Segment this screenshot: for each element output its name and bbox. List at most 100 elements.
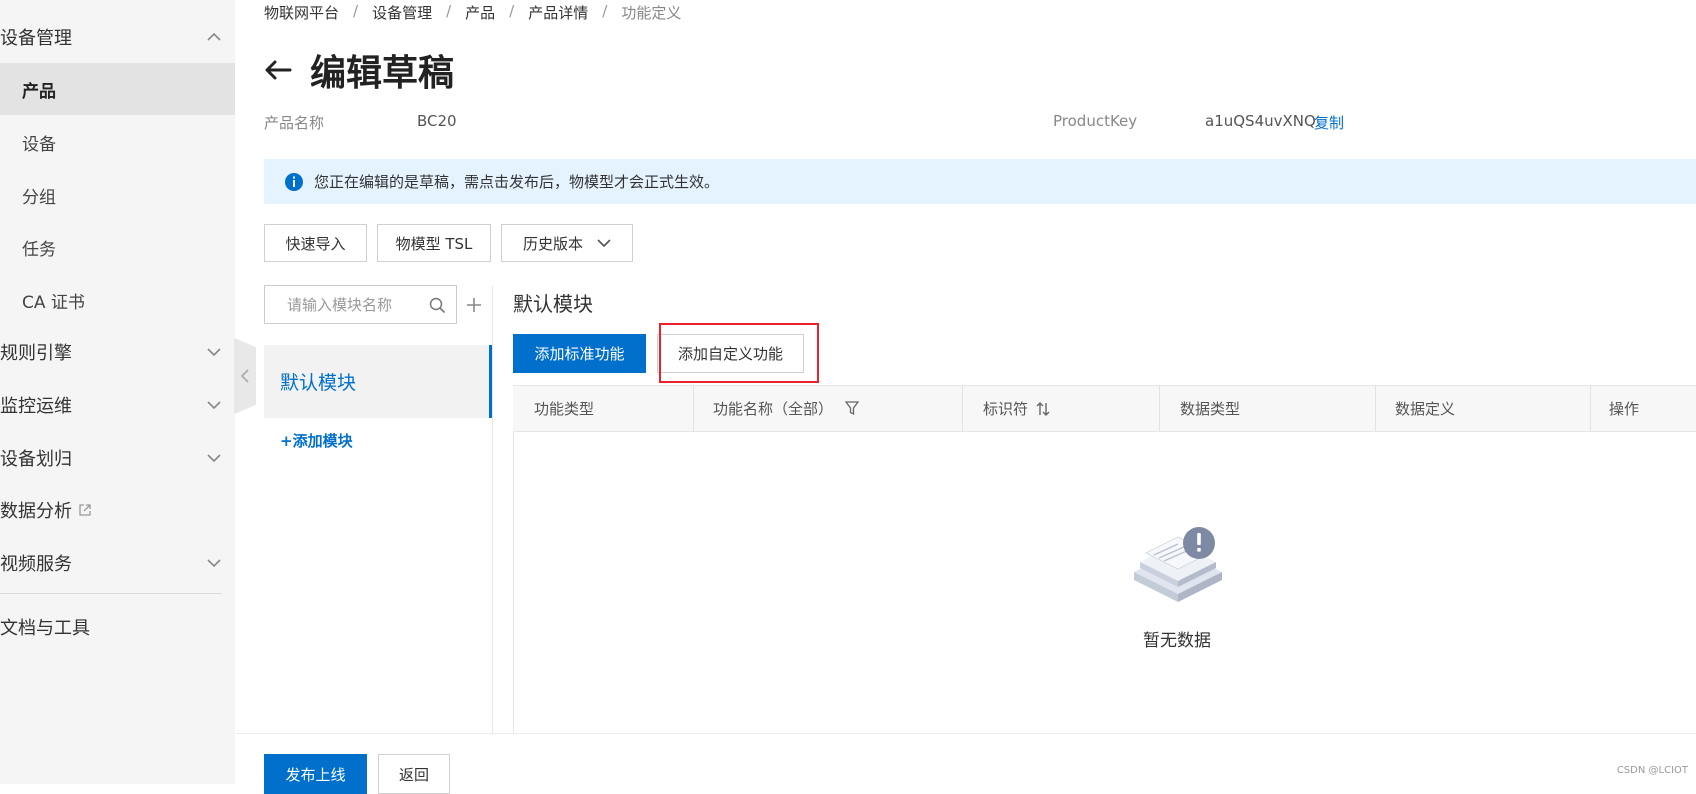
product-name-value: BC20 bbox=[417, 112, 457, 130]
sidebar-item-product[interactable]: 产品 bbox=[0, 63, 235, 115]
breadcrumb-separator: / bbox=[602, 2, 608, 20]
chevron-down-icon bbox=[207, 348, 221, 357]
sidebar-group-data-analysis[interactable]: 数据分析 bbox=[0, 484, 235, 536]
sidebar-item-label: 产品 bbox=[22, 81, 56, 102]
column-header-function-name[interactable]: 功能名称（全部） bbox=[713, 386, 860, 431]
column-separator bbox=[693, 386, 694, 431]
add-standard-function-label: 添加标准功能 bbox=[534, 345, 625, 363]
column-separator bbox=[962, 386, 963, 431]
function-table-body bbox=[513, 432, 1696, 734]
column-separator bbox=[1159, 386, 1160, 431]
empty-data-text: 暂无数据 bbox=[1143, 631, 1211, 651]
tsl-button[interactable]: 物模型 TSL bbox=[377, 224, 491, 262]
column-header-label: 数据定义 bbox=[1395, 400, 1456, 418]
sidebar-item-label: 设备 bbox=[22, 134, 56, 155]
column-header-function-type: 功能类型 bbox=[534, 386, 594, 431]
sidebar-group-label: 规则引擎 bbox=[0, 343, 72, 364]
chevron-down-icon bbox=[207, 559, 221, 568]
back-label: 返回 bbox=[398, 765, 429, 784]
publish-button[interactable]: 发布上线 bbox=[264, 754, 367, 794]
section-title: 默认模块 bbox=[513, 292, 593, 316]
breadcrumb-item-function-definition: 功能定义 bbox=[621, 4, 682, 22]
sidebar-item-docs-tools[interactable]: 文档与工具 bbox=[0, 601, 235, 653]
breadcrumb: 物联网平台 / 设备管理 / 产品 / 产品详情 / 功能定义 bbox=[264, 2, 681, 23]
breadcrumb-separator: / bbox=[509, 2, 515, 20]
sidebar-item-task[interactable]: 任务 bbox=[0, 221, 235, 273]
sidebar-group-rule-engine[interactable]: 规则引擎 bbox=[0, 326, 235, 378]
sort-icon[interactable] bbox=[1036, 401, 1050, 416]
footer-bar bbox=[235, 733, 1696, 785]
sidebar: 设备管理 产品 设备 分组 任务 CA 证书 规则引擎 监控运维 设备划归 数据… bbox=[0, 0, 235, 784]
panel-divider bbox=[492, 286, 493, 734]
column-header-data-type: 数据类型 bbox=[1180, 386, 1240, 431]
page-title: 编辑草稿 bbox=[310, 53, 455, 94]
sidebar-divider bbox=[0, 593, 222, 594]
back-arrow-icon[interactable] bbox=[264, 59, 292, 81]
chevron-down-icon bbox=[597, 239, 611, 248]
tsl-label: 物模型 TSL bbox=[395, 234, 473, 253]
add-custom-function-button[interactable]: 添加自定义功能 bbox=[657, 334, 804, 373]
filter-icon[interactable] bbox=[845, 401, 860, 416]
empty-data-icon bbox=[1134, 527, 1222, 602]
chevron-down-icon bbox=[207, 401, 221, 410]
column-header-label: 标识符 bbox=[983, 400, 1029, 418]
quick-import-button[interactable]: 快速导入 bbox=[264, 224, 367, 262]
sidebar-group-label: 文档与工具 bbox=[0, 618, 90, 639]
page-header: 编辑草稿 bbox=[264, 44, 454, 96]
sidebar-group-label: 视频服务 bbox=[0, 554, 72, 575]
sidebar-item-label: CA 证书 bbox=[22, 292, 85, 313]
module-search bbox=[264, 285, 457, 324]
breadcrumb-item-iot-platform[interactable]: 物联网平台 bbox=[264, 2, 339, 23]
sidebar-group-label: 数据分析 bbox=[0, 501, 72, 522]
history-version-button[interactable]: 历史版本 bbox=[501, 224, 633, 262]
sidebar-group-video-service[interactable]: 视频服务 bbox=[0, 537, 235, 589]
watermark: CSDN @LCIOT bbox=[1616, 765, 1688, 776]
draft-notice: 您正在编辑的是草稿，需点击发布后，物模型才会正式生效。 bbox=[264, 159, 1696, 204]
function-table-header: 功能类型 功能名称（全部） 标识符 数据类型 数据定义 操作 bbox=[513, 385, 1696, 432]
breadcrumb-separator: / bbox=[446, 2, 452, 20]
sidebar-collapse-toggle[interactable] bbox=[234, 338, 256, 414]
product-key-label: ProductKey bbox=[1053, 112, 1138, 130]
breadcrumb-item-device-management[interactable]: 设备管理 bbox=[372, 2, 432, 23]
back-button[interactable]: 返回 bbox=[378, 754, 450, 794]
product-name-label: 产品名称 bbox=[264, 114, 325, 132]
add-module-link[interactable]: +添加模块 bbox=[280, 430, 353, 451]
column-separator bbox=[1375, 386, 1376, 431]
sidebar-group-device-assign[interactable]: 设备划归 bbox=[0, 432, 235, 484]
add-custom-function-label: 添加自定义功能 bbox=[677, 345, 783, 363]
chevron-up-icon bbox=[207, 32, 221, 41]
sidebar-item-device[interactable]: 设备 bbox=[0, 116, 235, 168]
module-item-label: 默认模块 bbox=[280, 372, 357, 394]
module-search-input[interactable] bbox=[285, 286, 439, 324]
sidebar-group-label: 监控运维 bbox=[0, 396, 72, 417]
history-version-label: 历史版本 bbox=[522, 234, 583, 253]
sidebar-item-label: 分组 bbox=[22, 187, 56, 208]
plus-icon[interactable] bbox=[467, 298, 481, 312]
column-header-actions: 操作 bbox=[1609, 386, 1639, 431]
column-separator bbox=[1590, 386, 1591, 431]
column-header-label: 数据类型 bbox=[1180, 400, 1241, 418]
draft-notice-text: 您正在编辑的是草稿，需点击发布后，物模型才会正式生效。 bbox=[314, 173, 720, 191]
sidebar-item-ca-cert[interactable]: CA 证书 bbox=[0, 274, 235, 326]
column-header-label: 功能名称（全部） bbox=[713, 400, 834, 418]
breadcrumb-item-product[interactable]: 产品 bbox=[465, 2, 495, 23]
sidebar-group-label: 设备管理 bbox=[0, 28, 72, 49]
quick-import-label: 快速导入 bbox=[285, 234, 346, 253]
add-standard-function-button[interactable]: 添加标准功能 bbox=[513, 334, 646, 373]
copy-product-key-link[interactable]: 复制 bbox=[1314, 112, 1344, 133]
column-header-identifier[interactable]: 标识符 bbox=[983, 386, 1050, 431]
module-item-default[interactable]: 默认模块 bbox=[264, 345, 492, 418]
breadcrumb-item-product-detail[interactable]: 产品详情 bbox=[528, 2, 588, 23]
column-header-label: 功能类型 bbox=[534, 400, 595, 418]
sidebar-item-group[interactable]: 分组 bbox=[0, 169, 235, 221]
sidebar-group-label: 设备划归 bbox=[0, 449, 72, 470]
search-icon[interactable] bbox=[429, 297, 446, 314]
chevron-left-icon bbox=[240, 369, 249, 383]
column-header-data-definition: 数据定义 bbox=[1395, 386, 1455, 431]
external-link-icon bbox=[79, 504, 91, 516]
breadcrumb-separator: / bbox=[353, 2, 359, 20]
chevron-down-icon bbox=[207, 454, 221, 463]
sidebar-group-monitoring[interactable]: 监控运维 bbox=[0, 379, 235, 431]
sidebar-group-device-management[interactable]: 设备管理 bbox=[0, 11, 235, 63]
publish-label: 发布上线 bbox=[285, 765, 346, 784]
